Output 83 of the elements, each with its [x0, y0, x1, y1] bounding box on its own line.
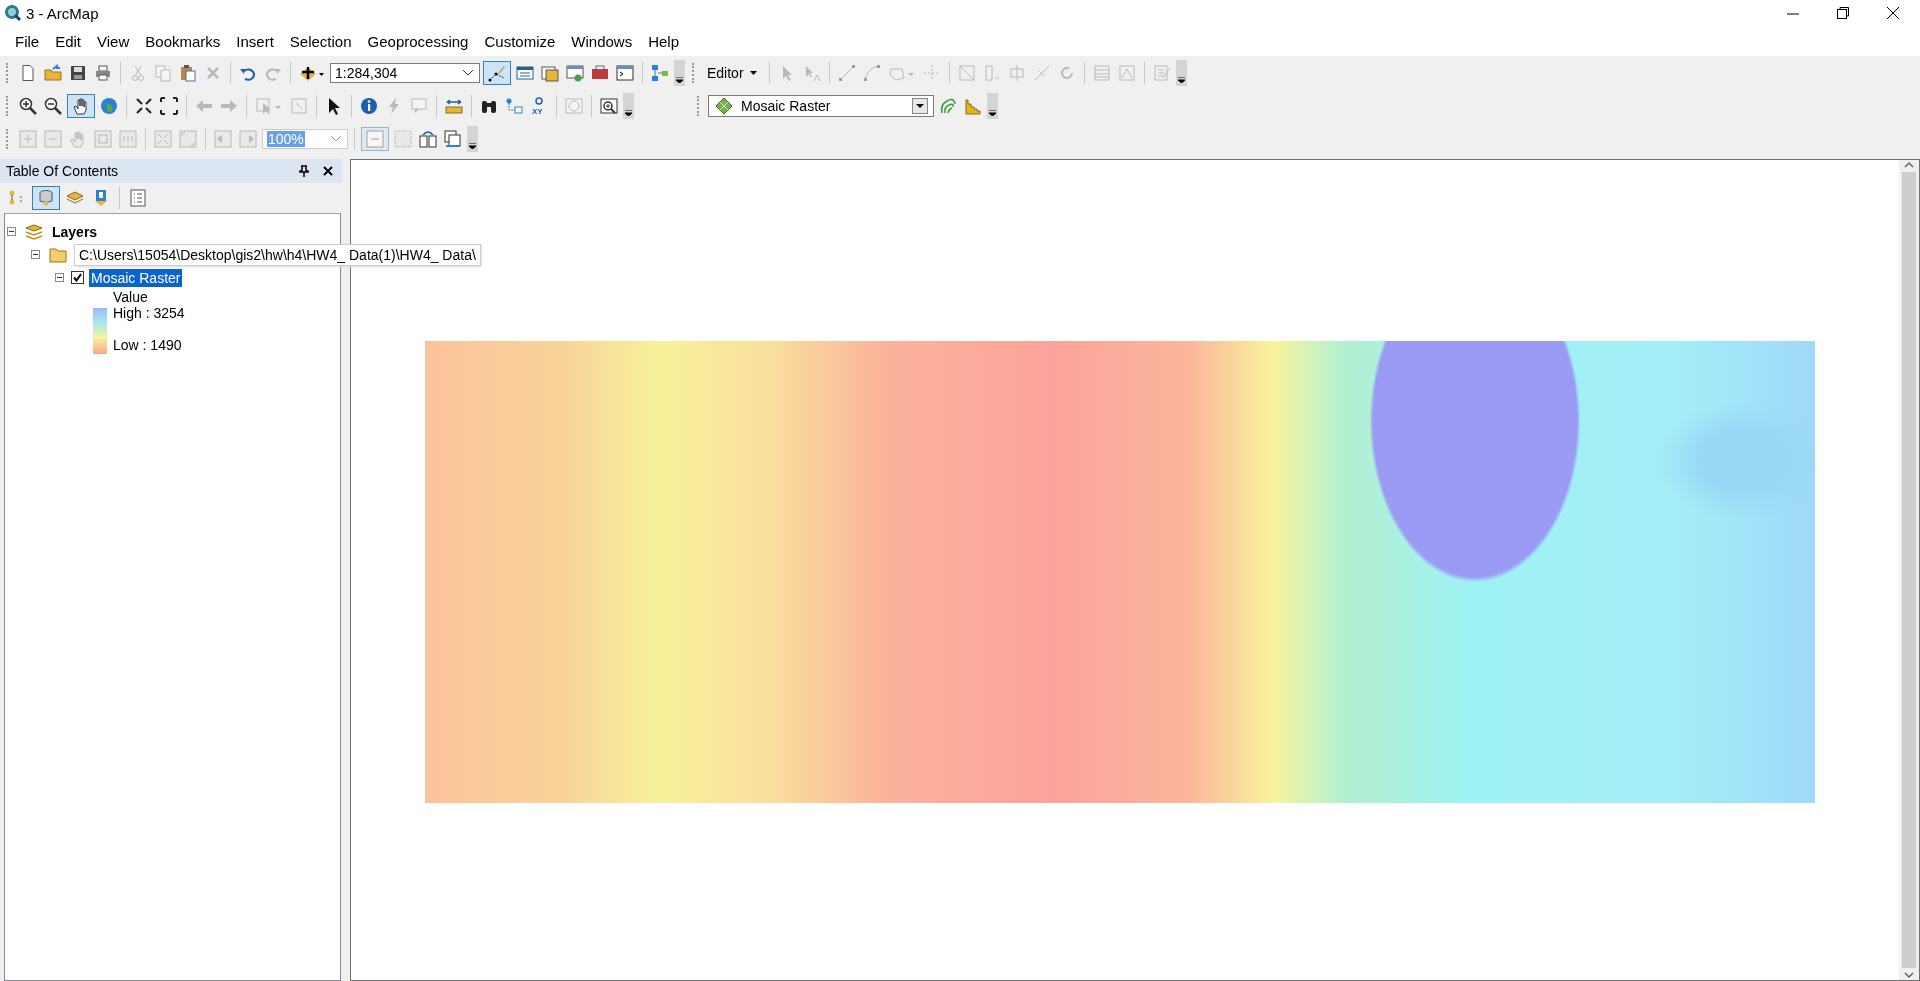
model-diagram-icon[interactable] [651, 63, 669, 82]
overflow-arrow-icon [469, 142, 476, 149]
editor-menu[interactable]: Editor [703, 62, 763, 83]
data-driven-pages-icon[interactable] [444, 129, 462, 148]
editor-toolbar-button[interactable] [483, 60, 511, 85]
overflow-arrow-icon [989, 109, 996, 116]
globe-icon[interactable] [100, 96, 118, 115]
menu-item[interactable]: Windows [563, 29, 641, 53]
collapse-icon[interactable] [31, 250, 40, 259]
fixed-zoom-in-icon[interactable] [135, 96, 153, 115]
clipboard-icon[interactable] [179, 63, 197, 82]
toggle-draft-mode-button[interactable] [361, 126, 389, 151]
zoom-in-icon[interactable] [19, 96, 37, 115]
collapse-icon[interactable] [55, 273, 64, 282]
end-point-arc-icon[interactable] [862, 63, 881, 82]
info-icon[interactable] [360, 96, 378, 115]
chevron-down-icon[interactable] [462, 68, 474, 77]
toolbar-options-button[interactable] [1175, 59, 1187, 86]
menu-item[interactable]: Edit [47, 29, 90, 53]
layers-stack-icon[interactable] [25, 222, 43, 241]
data-frame-label[interactable]: Layers [50, 222, 100, 241]
toolbox-icon[interactable] [591, 63, 609, 82]
histogram-icon[interactable] [964, 96, 982, 115]
menu-item[interactable]: Bookmarks [137, 29, 229, 53]
toolbar-options-button[interactable] [674, 59, 685, 86]
collapse-icon[interactable] [7, 227, 16, 236]
vertical-scrollbar[interactable] [1899, 160, 1919, 980]
scroll-down-icon[interactable] [1904, 970, 1914, 980]
database-icon[interactable] [37, 189, 55, 207]
toolbar-options-button[interactable] [987, 92, 998, 119]
catalog-window-icon[interactable] [541, 63, 559, 82]
overflow-arrow-icon [1177, 76, 1185, 83]
overflow-arrow-icon [625, 109, 632, 116]
list-by-source-button[interactable] [32, 186, 60, 210]
options-list-icon[interactable] [129, 189, 147, 207]
zoom-out-icon[interactable] [44, 96, 62, 115]
pan-tool-button[interactable] [67, 93, 95, 118]
scroll-up-icon[interactable] [1904, 160, 1914, 170]
change-layout-icon[interactable] [419, 129, 437, 148]
window-title: 3 - ArcMap [26, 4, 99, 22]
menu-item[interactable]: View [89, 29, 138, 53]
python-window-icon[interactable] [616, 63, 634, 82]
printer-icon[interactable] [94, 63, 112, 82]
hand-icon[interactable] [72, 96, 90, 115]
color-ramp [93, 308, 107, 354]
panel-title: Table Of Contents [6, 163, 120, 179]
toolbar-options-button[interactable] [623, 92, 634, 119]
measure-ruler-icon[interactable] [445, 96, 463, 115]
menu-item[interactable]: Customize [476, 29, 564, 53]
menu-item[interactable]: Geoprocessing [359, 29, 477, 53]
map-scale-dropdown[interactable]: 1:284,304 [330, 62, 480, 83]
fixed-zoom-out-icon[interactable] [160, 96, 178, 115]
close-icon[interactable] [1885, 5, 1901, 21]
search-window-icon[interactable] [566, 63, 584, 82]
pin-icon[interactable] [298, 164, 310, 178]
globe-magnifier-icon[interactable] [4, 4, 22, 22]
legend-field: Value [113, 289, 340, 305]
straight-segment-icon[interactable] [837, 63, 856, 82]
close-icon[interactable] [322, 165, 334, 177]
table-window-icon[interactable] [516, 63, 534, 82]
time-slider-icon[interactable] [565, 96, 583, 115]
layer-dropdown[interactable]: Mosaic Raster [708, 94, 934, 117]
overflow-arrow-icon [676, 76, 683, 83]
legend-high-value: High : 3254 [113, 305, 186, 323]
contour-icon[interactable] [939, 96, 957, 115]
route-icon[interactable] [505, 96, 523, 115]
magnifier-window-icon[interactable] [600, 96, 618, 115]
layer-label[interactable]: Mosaic Raster [89, 268, 183, 287]
raster-layer-icon[interactable] [715, 96, 733, 115]
checkbox[interactable] [71, 271, 84, 284]
menu-item[interactable]: Help [640, 29, 688, 53]
menu-item[interactable]: File [7, 29, 48, 53]
restore-icon[interactable] [1835, 5, 1851, 21]
vertex-edit-icon[interactable] [488, 63, 506, 82]
folder-path-tooltip: C:\Users\15054\Desktop\gis2\hw\h4\HW4_ Data(1)\HW4_ Data\ [74, 243, 481, 266]
menu-item[interactable]: Selection [281, 29, 360, 53]
legend-low-value: Low : 1490 [113, 336, 183, 354]
toolbar-options-button[interactable] [467, 125, 478, 152]
caret-icon[interactable] [749, 70, 757, 75]
menu-item[interactable]: Insert [228, 29, 282, 53]
open-folder-icon[interactable] [44, 63, 62, 82]
new-document-icon[interactable] [19, 63, 37, 82]
folder-icon[interactable] [49, 245, 67, 264]
